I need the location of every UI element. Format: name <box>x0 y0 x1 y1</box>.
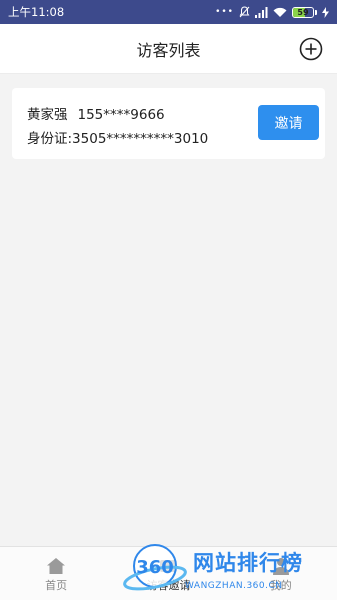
dots-icon: ••• <box>215 7 234 17</box>
visitor-info-line: 黄家强 155****9666 <box>27 103 165 123</box>
page-title: 访客列表 <box>136 40 201 60</box>
battery-level: 59 <box>297 7 309 17</box>
nav-item-home[interactable]: 首页 <box>0 547 112 600</box>
visitor-phone: 155****9666 <box>77 107 165 123</box>
battery-icon: 59 <box>292 6 317 18</box>
invite-button[interactable]: 邀请 <box>258 105 319 140</box>
add-visitor-button[interactable] <box>299 37 323 61</box>
status-icons: ••• 59 <box>215 6 329 18</box>
nav-item-invite[interactable]: 访客邀请 <box>112 547 224 600</box>
visitor-id-card: 身份证:3505**********3010 <box>27 131 209 147</box>
plus-circle-icon <box>299 37 323 61</box>
nav-label-invite: 访客邀请 <box>146 579 191 592</box>
bottom-nav: 首页 访客邀请 我的 <box>0 546 337 600</box>
home-icon <box>47 558 66 574</box>
nav-item-mine[interactable]: 我的 <box>225 547 337 600</box>
status-bar: 上午11:08 ••• 59 <box>0 0 337 24</box>
nav-label-home: 首页 <box>45 579 68 592</box>
user-icon <box>272 558 289 575</box>
nav-label-mine: 我的 <box>269 579 292 592</box>
charging-icon <box>322 6 329 18</box>
wifi-icon <box>273 7 287 17</box>
mute-icon <box>239 6 250 18</box>
header: 访客列表 <box>0 24 337 74</box>
visitor-name: 黄家强 <box>27 107 68 123</box>
status-time: 上午11:08 <box>8 5 65 19</box>
signal-icon <box>255 6 268 18</box>
invite-icon <box>160 560 177 572</box>
visitor-card: 黄家强 155****9666 身份证:3505**********3010 邀请 <box>12 88 325 159</box>
